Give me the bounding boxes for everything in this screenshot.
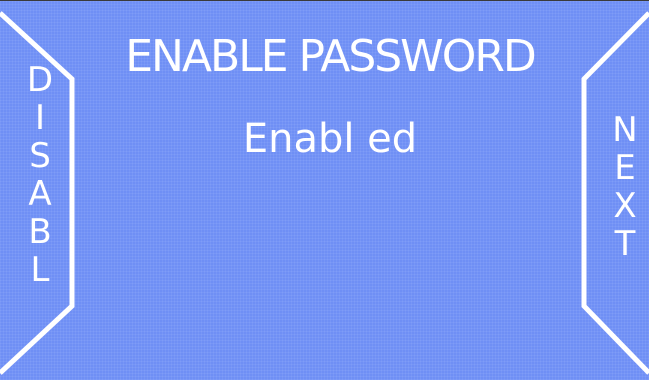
disable-button-label: D I S A B L — [20, 61, 60, 289]
disable-label-letter: B — [28, 212, 52, 252]
next-label-letter: E — [614, 148, 636, 188]
next-label-letter: X — [613, 186, 637, 226]
page-title: ENABLE PASSWORD — [125, 31, 537, 82]
password-status-value: Enabl ed — [242, 116, 418, 162]
password-settings-screen: ENABLE PASSWORD Enabl ed D I S A B L N E… — [0, 0, 649, 380]
disable-label-letter: D — [26, 60, 54, 100]
next-button-label: N E X T — [600, 111, 649, 263]
disable-label-letter: A — [28, 174, 52, 214]
disable-label-letter: I — [34, 98, 46, 138]
disable-label-letter: L — [30, 250, 50, 290]
next-label-letter: N — [612, 110, 638, 150]
disable-label-letter: S — [29, 136, 51, 176]
next-label-letter: T — [614, 224, 636, 264]
